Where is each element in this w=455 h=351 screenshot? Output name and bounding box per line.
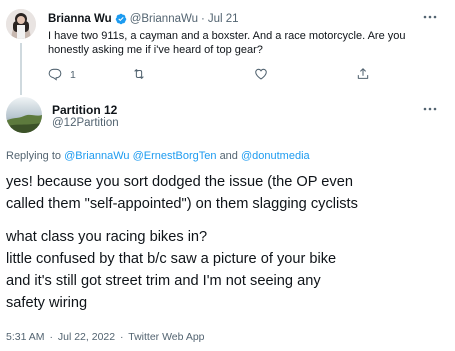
separator-dot: · — [201, 13, 205, 25]
more-options-ellipsis-icon[interactable] — [422, 103, 438, 113]
retweet-action[interactable] — [132, 67, 146, 83]
replying-to-label: Replying to — [6, 150, 62, 162]
like-action[interactable] — [254, 67, 268, 83]
tweet-timestamp: 5:31 AM · Jul 22, 2022 · Twitter Web App — [6, 331, 205, 343]
separator-dot: · — [120, 331, 124, 343]
more-options-ellipsis-icon[interactable] — [422, 11, 438, 21]
parent-tweet-header: Brianna Wu @BriannaWu · Jul 21 — [48, 13, 239, 25]
reply-icon — [48, 67, 62, 84]
mention-link[interactable]: @donutmedia — [241, 150, 310, 162]
mention-link[interactable]: @BriannaWu — [64, 150, 129, 162]
mention-link[interactable]: @ErnestBorgTen — [133, 150, 217, 162]
parent-tweet[interactable]: Brianna Wu @BriannaWu · Jul 21 I have tw… — [0, 0, 455, 95]
parent-handle[interactable]: @BriannaWu — [130, 13, 198, 25]
reply-tweet-header: Partition 12 @12Partition — [0, 96, 455, 141]
tweet-client: Twitter Web App — [128, 331, 205, 343]
parent-tweet-text: I have two 911s, a cayman and a boxster.… — [48, 30, 406, 56]
reply-tweet-text: yes! because you sort dodged the issue (… — [6, 171, 451, 314]
parent-avatar[interactable] — [6, 9, 36, 39]
reply-count: 1 — [70, 69, 76, 81]
tweet-paragraph: what class you racing bikes in? little c… — [6, 229, 337, 311]
parent-action-bar: 1 — [48, 67, 388, 83]
reply-author-name[interactable]: Partition 12 — [52, 103, 117, 117]
tweet-time[interactable]: 5:31 AM — [6, 331, 45, 343]
parent-date[interactable]: Jul 21 — [208, 13, 239, 25]
share-icon — [356, 67, 370, 84]
reply-action[interactable]: 1 — [48, 67, 76, 83]
share-action[interactable] — [356, 67, 370, 83]
verified-badge-icon — [115, 13, 127, 25]
mentions-joiner: and — [219, 150, 238, 162]
replying-to-line: Replying to @BriannaWu @ErnestBorgTen an… — [6, 150, 310, 162]
reply-avatar[interactable] — [6, 97, 42, 133]
tweet-date[interactable]: Jul 22, 2022 — [58, 331, 115, 343]
reply-handle[interactable]: @12Partition — [52, 117, 119, 129]
parent-author-name[interactable]: Brianna Wu — [48, 13, 112, 25]
heart-icon — [254, 67, 268, 84]
tweet-paragraph: yes! because you sort dodged the issue (… — [6, 174, 358, 212]
retweet-icon — [132, 67, 146, 84]
thread-connector-line — [20, 43, 22, 95]
separator-dot: · — [49, 331, 53, 343]
